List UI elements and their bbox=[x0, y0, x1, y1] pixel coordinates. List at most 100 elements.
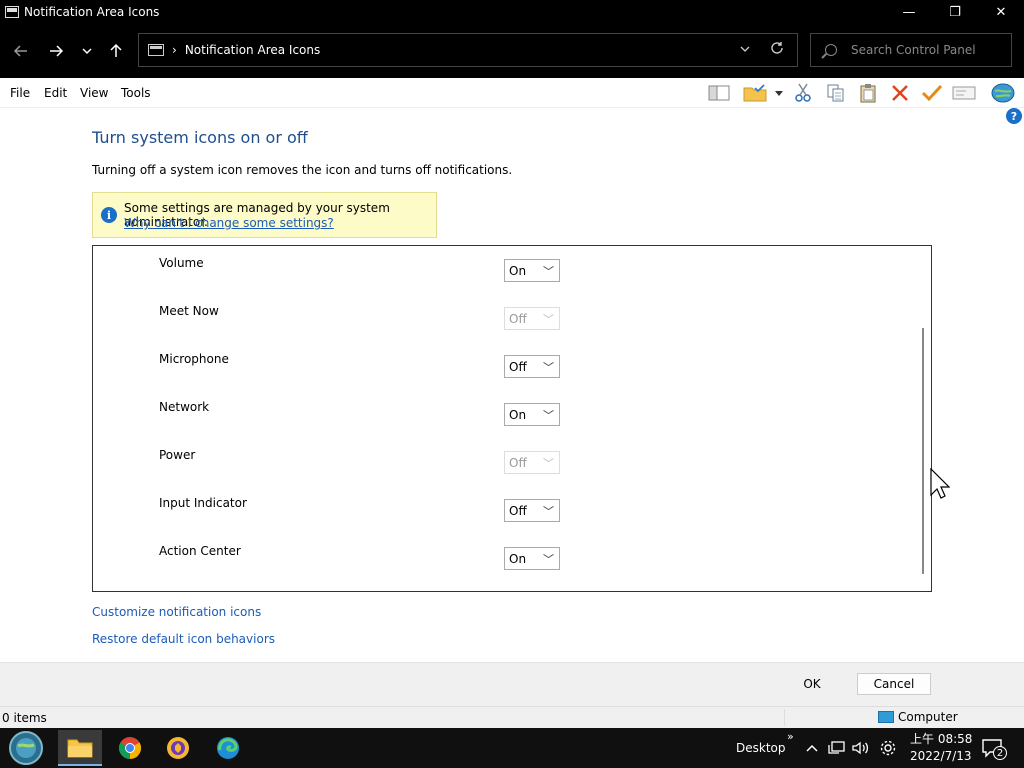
volume-select[interactable]: On ﹀ bbox=[504, 259, 560, 282]
menu-tools[interactable]: Tools bbox=[121, 86, 151, 100]
cut-icon[interactable] bbox=[790, 82, 816, 104]
address-bar[interactable]: › Notification Area Icons bbox=[138, 33, 798, 67]
chevron-down-icon: ﹀ bbox=[543, 505, 554, 518]
meet-now-select: Off ﹀ bbox=[504, 307, 560, 330]
show-hidden-icons-chevron-icon[interactable] bbox=[805, 728, 819, 768]
list-item: Network On ﹀ bbox=[93, 390, 913, 438]
search-placeholder: Search Control Panel bbox=[851, 43, 976, 57]
breadcrumb-path[interactable]: Notification Area Icons bbox=[185, 43, 320, 57]
copy-icon[interactable] bbox=[823, 82, 849, 104]
edge-browser-icon[interactable] bbox=[206, 730, 250, 766]
why-cant-change-link[interactable]: Why can't I change some settings? bbox=[124, 216, 334, 230]
restore-default-behaviors-link[interactable]: Restore default icon behaviors bbox=[92, 632, 275, 646]
action-center-select[interactable]: On ﹀ bbox=[504, 547, 560, 570]
start-button-icon[interactable] bbox=[4, 730, 48, 766]
forward-arrow-icon[interactable] bbox=[43, 38, 69, 64]
close-button[interactable]: ✕ bbox=[978, 0, 1024, 24]
status-location: Computer bbox=[878, 710, 958, 724]
menu-edit[interactable]: Edit bbox=[44, 86, 67, 100]
status-location-label: Computer bbox=[898, 710, 958, 724]
icon-label-volume: Volume bbox=[159, 256, 204, 270]
list-item: Action Center On ﹀ bbox=[93, 534, 913, 582]
icon-label-input-indicator: Input Indicator bbox=[159, 496, 247, 510]
chrome-icon[interactable] bbox=[108, 730, 152, 766]
volume-tray-icon[interactable] bbox=[851, 728, 871, 768]
list-item: Power Off ﹀ bbox=[93, 438, 913, 486]
chevron-down-icon: ﹀ bbox=[543, 361, 554, 374]
file-explorer-icon[interactable] bbox=[58, 730, 102, 766]
list-item: Input Indicator Off ﹀ bbox=[93, 486, 913, 534]
layout-pane-icon[interactable] bbox=[706, 82, 732, 104]
input-indicator-select[interactable]: Off ﹀ bbox=[504, 499, 560, 522]
system-clock[interactable]: 上午 08:58 2022/7/13 bbox=[910, 731, 972, 765]
breadcrumb-separator-icon[interactable]: › bbox=[172, 43, 177, 57]
list-item: Microphone Off ﹀ bbox=[93, 342, 913, 390]
folder-options-dropdown-icon[interactable] bbox=[768, 82, 790, 104]
address-dropdown-icon[interactable] bbox=[739, 43, 751, 58]
desktop-toolbar-expand-icon[interactable]: » bbox=[787, 716, 794, 756]
control-panel-icon bbox=[5, 6, 19, 18]
icon-label-microphone: Microphone bbox=[159, 352, 229, 366]
list-scrollbar[interactable] bbox=[922, 328, 924, 574]
list-item: Volume On ﹀ bbox=[93, 246, 913, 294]
mouse-cursor-icon bbox=[930, 468, 950, 499]
page-description: Turning off a system icon removes the ic… bbox=[92, 163, 513, 177]
cancel-button[interactable]: Cancel bbox=[857, 673, 931, 695]
menu-bar: File Edit View Tools ? bbox=[0, 78, 1024, 124]
clock-date: 2022/7/13 bbox=[910, 749, 972, 763]
item-count: 0 items bbox=[2, 711, 47, 725]
navigation-bar: › Notification Area Icons Search Control… bbox=[0, 24, 1024, 78]
computer-monitor-icon bbox=[878, 711, 894, 723]
dialog-footer: OK Cancel bbox=[0, 662, 1024, 706]
page-title: Turn system icons on or off bbox=[92, 128, 308, 147]
up-arrow-icon[interactable] bbox=[103, 38, 129, 64]
menu-view[interactable]: View bbox=[80, 86, 108, 100]
properties-icon[interactable] bbox=[951, 82, 977, 104]
minimize-button[interactable]: — bbox=[886, 0, 932, 24]
computer-icon bbox=[148, 44, 164, 56]
icon-label-power: Power bbox=[159, 448, 196, 462]
search-box[interactable]: Search Control Panel bbox=[810, 33, 1012, 67]
icon-label-action-center: Action Center bbox=[159, 544, 241, 558]
maximize-button[interactable]: ❐ bbox=[932, 0, 978, 24]
paste-icon[interactable] bbox=[855, 82, 881, 104]
chevron-down-icon: ﹀ bbox=[543, 457, 554, 470]
chevron-down-icon: ﹀ bbox=[543, 265, 554, 278]
taskbar: Desktop » 上午 08:58 2022/7/13 2 bbox=[0, 728, 1024, 768]
admin-notice: i Some settings are managed by your syst… bbox=[92, 192, 437, 238]
help-icon[interactable]: ? bbox=[1006, 108, 1022, 124]
list-item: Meet Now Off ﹀ bbox=[93, 294, 913, 342]
customize-notification-icons-link[interactable]: Customize notification icons bbox=[92, 605, 261, 619]
ok-button[interactable]: OK bbox=[776, 673, 848, 695]
network-select[interactable]: On ﹀ bbox=[504, 403, 560, 426]
icon-label-network: Network bbox=[159, 400, 210, 414]
back-arrow-icon[interactable] bbox=[8, 38, 34, 64]
info-icon: i bbox=[101, 207, 117, 223]
chevron-down-icon: ﹀ bbox=[543, 553, 554, 566]
system-icons-list: Volume On ﹀ Meet Now Off ﹀ Microphone Off ﹀… bbox=[92, 245, 932, 592]
search-icon bbox=[825, 44, 837, 56]
globe-icon[interactable] bbox=[990, 82, 1016, 104]
icon-label-meet-now: Meet Now bbox=[159, 304, 219, 318]
brave-browser-icon[interactable] bbox=[156, 730, 200, 766]
window-controls: — ❐ ✕ bbox=[886, 0, 1024, 24]
recent-locations-chevron-icon[interactable] bbox=[74, 38, 100, 64]
chevron-down-icon: ﹀ bbox=[543, 409, 554, 422]
delete-icon[interactable] bbox=[887, 82, 913, 104]
apply-check-icon[interactable] bbox=[919, 82, 945, 104]
window-title: Notification Area Icons bbox=[24, 5, 160, 19]
title-bar: Notification Area Icons — ❐ ✕ bbox=[0, 0, 1024, 24]
chevron-down-icon: ﹀ bbox=[543, 313, 554, 326]
refresh-icon[interactable] bbox=[769, 40, 785, 60]
settings-gear-icon[interactable] bbox=[879, 728, 897, 768]
power-select: Off ﹀ bbox=[504, 451, 560, 474]
desktop-toolbar-label[interactable]: Desktop bbox=[736, 728, 786, 768]
status-divider bbox=[784, 709, 785, 726]
folder-options-icon[interactable] bbox=[742, 82, 768, 104]
network-tray-icon[interactable] bbox=[828, 728, 846, 768]
status-bar: 0 items Computer bbox=[0, 706, 1024, 728]
microphone-select[interactable]: Off ﹀ bbox=[504, 355, 560, 378]
clock-time: 上午 08:58 bbox=[910, 732, 973, 746]
menu-file[interactable]: File bbox=[10, 86, 30, 100]
notification-count-badge: 2 bbox=[993, 746, 1007, 760]
